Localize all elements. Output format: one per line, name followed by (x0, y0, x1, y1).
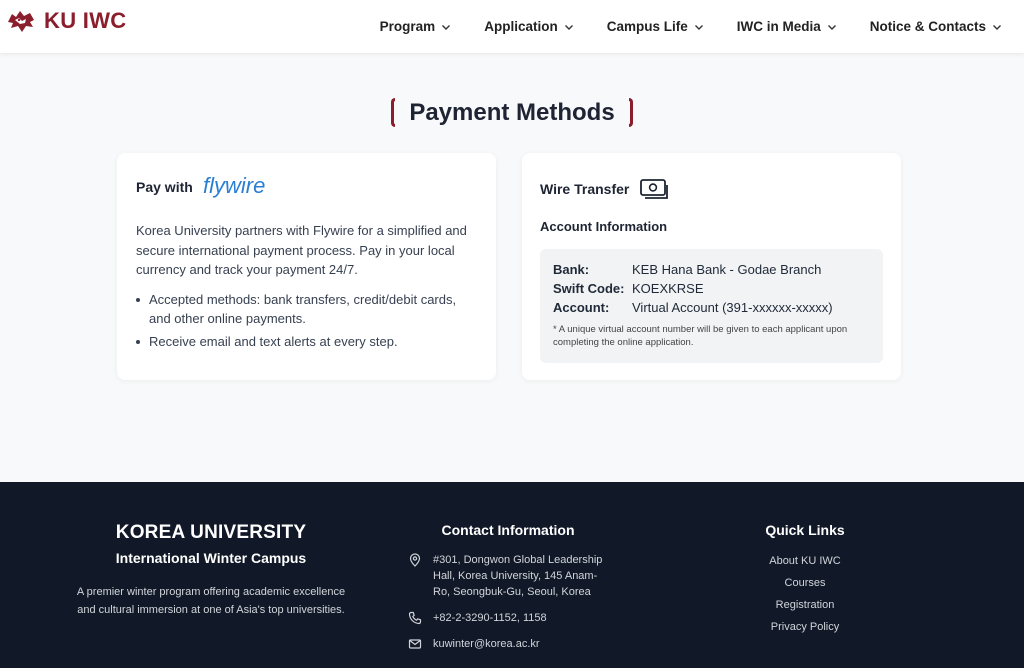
footer-description: A premier winter program offering academ… (76, 586, 346, 616)
tiger-logo-icon (8, 11, 34, 32)
site-header: KU IWC Program Application Campus Life I… (0, 0, 1024, 53)
wire-transfer-title: Wire Transfer (540, 181, 630, 197)
contact-heading: Contact Information (441, 522, 575, 538)
chevron-down-icon (442, 24, 451, 30)
footer-quick-links: Quick Links About KU IWC Courses Registr… (730, 522, 880, 634)
nav-label: Program (379, 19, 436, 34)
nav-iwc-in-media[interactable]: IWC in Media (737, 19, 837, 34)
contact-address: #301, Dongwon Global Leadership Hall, Ko… (408, 552, 618, 600)
map-pin-icon (409, 553, 421, 567)
chevron-down-icon (564, 24, 573, 30)
address-text: #301, Dongwon Global Leadership Hall, Ko… (433, 554, 603, 598)
account-row-bank: Bank: KEB Hana Bank - Godae Branch (553, 260, 870, 279)
nav-campus-life[interactable]: Campus Life (607, 19, 704, 34)
chevron-down-icon (694, 24, 703, 30)
nav-label: Notice & Contacts (869, 19, 986, 34)
flywire-logo-text: flywire (203, 174, 265, 198)
virtual-account-note: * A unique virtual account number will b… (553, 324, 848, 348)
contact-phone[interactable]: +82-2-3290-1152, 1158 (408, 610, 618, 626)
nav-notice-contacts[interactable]: Notice & Contacts (870, 19, 1002, 34)
quick-link-privacy[interactable]: Privacy Policy (730, 620, 880, 634)
money-icon (640, 179, 669, 199)
flywire-logo[interactable]: flywire (203, 174, 279, 200)
flywire-card: Pay with flywire Korea University partne… (117, 153, 496, 380)
wire-transfer-header: Wire Transfer (540, 175, 883, 203)
account-key: Bank: (553, 262, 590, 277)
mail-icon (408, 639, 422, 649)
phone-text: +82-2-3290-1152, 1158 (433, 612, 547, 624)
site-footer: KOREA UNIVERSITY International Winter Ca… (0, 482, 1024, 668)
footer-about: KOREA UNIVERSITY International Winter Ca… (70, 522, 352, 619)
page-title: Payment Methods (409, 98, 615, 126)
account-value: KOEXKRSE (632, 281, 704, 296)
wire-transfer-card: Wire Transfer Account Information Bank: … (522, 153, 901, 380)
flywire-card-header: Pay with flywire (136, 174, 477, 200)
quick-link-registration[interactable]: Registration (730, 598, 880, 612)
logo-text: KU IWC (44, 8, 127, 33)
email-text: kuwinter@korea.ac.kr (433, 638, 540, 650)
nav-application[interactable]: Application (484, 19, 574, 34)
nav-program[interactable]: Program (380, 19, 452, 34)
pay-with-label: Pay with (136, 179, 193, 195)
quick-links-heading: Quick Links (765, 522, 845, 538)
list-item: Accepted methods: bank transfers, credit… (136, 290, 476, 329)
section-title: Payment Methods (0, 98, 1024, 127)
chevron-down-icon (993, 24, 1001, 30)
footer-campus: International Winter Campus (115, 550, 307, 566)
account-information-label: Account Information (540, 219, 668, 234)
site-logo[interactable]: KU IWC (6, 8, 126, 34)
list-item: Receive email and text alerts at every s… (136, 332, 476, 352)
account-details-box: Bank: KEB Hana Bank - Godae Branch Swift… (540, 249, 883, 363)
footer-university: KOREA UNIVERSITY (115, 522, 307, 543)
flywire-features-list: Accepted methods: bank transfers, credit… (136, 290, 477, 352)
nav-label: Campus Life (606, 19, 688, 34)
account-key: Account: (553, 300, 610, 315)
quick-link-courses[interactable]: Courses (730, 576, 880, 590)
account-key: Swift Code: (553, 281, 625, 296)
contact-email[interactable]: kuwinter@korea.ac.kr (408, 636, 618, 652)
flywire-description: Korea University partners with Flywire f… (136, 223, 467, 277)
account-value: KEB Hana Bank - Godae Branch (632, 262, 822, 277)
account-value: Virtual Account (391-xxxxxx-xxxxx) (632, 300, 833, 315)
main-nav: Program Application Campus Life IWC in M… (347, 0, 1002, 53)
nav-label: Application (484, 19, 558, 34)
chevron-down-icon (827, 24, 836, 30)
left-bracket-decoration (391, 98, 396, 127)
right-bracket-decoration (628, 98, 633, 127)
footer-contact: Contact Information #301, Dongwon Global… (408, 522, 618, 652)
account-row-swift: Swift Code: KOEXKRSE (553, 279, 870, 298)
account-row-account: Account: Virtual Account (391-xxxxxx-xxx… (553, 298, 870, 317)
phone-icon (408, 611, 422, 625)
quick-link-about[interactable]: About KU IWC (730, 554, 880, 568)
nav-label: IWC in Media (736, 19, 821, 34)
